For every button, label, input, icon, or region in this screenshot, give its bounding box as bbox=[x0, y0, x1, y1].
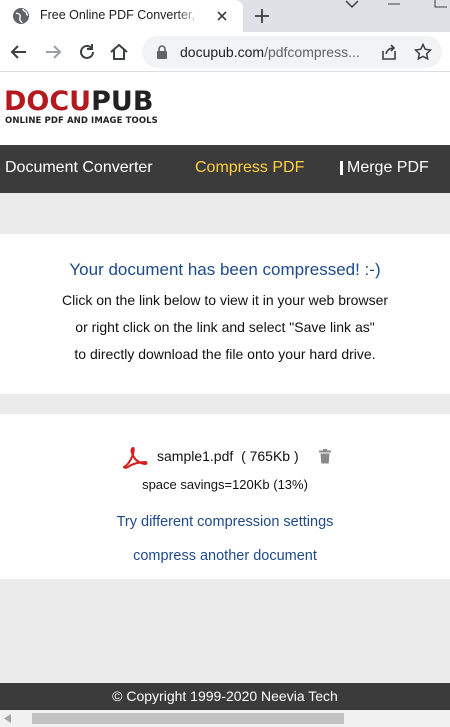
browser-toolbar: docupub.com/pdfcompress... bbox=[0, 32, 450, 72]
main-menu: Document Converter Compress PDF Merge PD… bbox=[0, 145, 450, 193]
pdf-icon[interactable] bbox=[122, 446, 148, 470]
lock-icon[interactable] bbox=[156, 45, 168, 59]
close-tab-icon[interactable] bbox=[214, 8, 230, 24]
tab-search-chevron-icon[interactable] bbox=[344, 0, 360, 10]
tab-title: Free Online PDF Converter, Batch bbox=[40, 8, 200, 22]
result-line: Click on the link below to view it in yo… bbox=[61, 292, 389, 308]
bookmark-star-icon[interactable] bbox=[414, 43, 432, 61]
menu-divider bbox=[340, 161, 343, 175]
result-title: Your document has been compressed! :-) bbox=[69, 260, 381, 279]
file-result-panel: sample1.pdf ( 765Kb ) space savings=120K… bbox=[0, 414, 450, 579]
horizontal-scrollbar[interactable] bbox=[0, 710, 450, 727]
menu-item-merge-pdf[interactable]: Merge PDF bbox=[347, 159, 429, 177]
result-line: or right click on the link and select "S… bbox=[75, 319, 375, 335]
web-page: DOCUPUB ONLINE PDF AND IMAGE TOOLS Docum… bbox=[0, 72, 450, 683]
compress-another-link[interactable]: compress another document bbox=[0, 548, 450, 564]
result-message-panel: Your document has been compressed! :-) C… bbox=[0, 234, 450, 394]
docupub-logo[interactable]: DOCUPUB ONLINE PDF AND IMAGE TOOLS bbox=[4, 88, 164, 128]
browser-tab-strip: Free Online PDF Converter, Batch bbox=[0, 0, 450, 32]
forward-arrow-icon[interactable] bbox=[42, 41, 64, 63]
file-row: sample1.pdf ( 765Kb ) bbox=[122, 444, 342, 470]
new-tab-icon[interactable] bbox=[252, 6, 272, 26]
scrollbar-thumb[interactable] bbox=[32, 713, 344, 724]
file-size: ( 765Kb ) bbox=[241, 448, 299, 464]
menu-item-document-converter[interactable]: Document Converter bbox=[5, 159, 153, 177]
try-different-settings-link[interactable]: Try different compression settings bbox=[0, 514, 450, 530]
minimize-icon[interactable] bbox=[388, 0, 400, 8]
menu-item-compress-pdf[interactable]: Compress PDF bbox=[195, 159, 304, 177]
file-link[interactable]: sample1.pdf ( 765Kb ) bbox=[157, 448, 299, 464]
address-bar[interactable]: docupub.com/pdfcompress... bbox=[142, 36, 442, 68]
back-arrow-icon[interactable] bbox=[8, 41, 30, 63]
result-line: to directly download the file onto your … bbox=[74, 346, 376, 362]
reload-icon[interactable] bbox=[76, 41, 98, 63]
footer-copyright: © Copyright 1999-2020 Neevia Tech bbox=[0, 683, 450, 710]
scroll-left-arrow-icon[interactable] bbox=[4, 714, 12, 723]
browser-tab[interactable]: Free Online PDF Converter, Batch bbox=[0, 0, 243, 32]
home-icon[interactable] bbox=[108, 41, 130, 63]
globe-icon bbox=[13, 8, 29, 24]
url-text: docupub.com/pdfcompress... bbox=[180, 44, 360, 60]
logo-tagline: ONLINE PDF AND IMAGE TOOLS bbox=[5, 116, 158, 126]
trash-icon[interactable] bbox=[319, 449, 331, 464]
space-savings: space savings=120Kb (13%) bbox=[142, 477, 308, 492]
file-name[interactable]: sample1.pdf bbox=[157, 448, 233, 464]
share-icon[interactable] bbox=[380, 43, 398, 61]
header-band: DOCUPUB ONLINE PDF AND IMAGE TOOLS bbox=[0, 72, 450, 145]
maximize-icon[interactable] bbox=[432, 0, 448, 8]
